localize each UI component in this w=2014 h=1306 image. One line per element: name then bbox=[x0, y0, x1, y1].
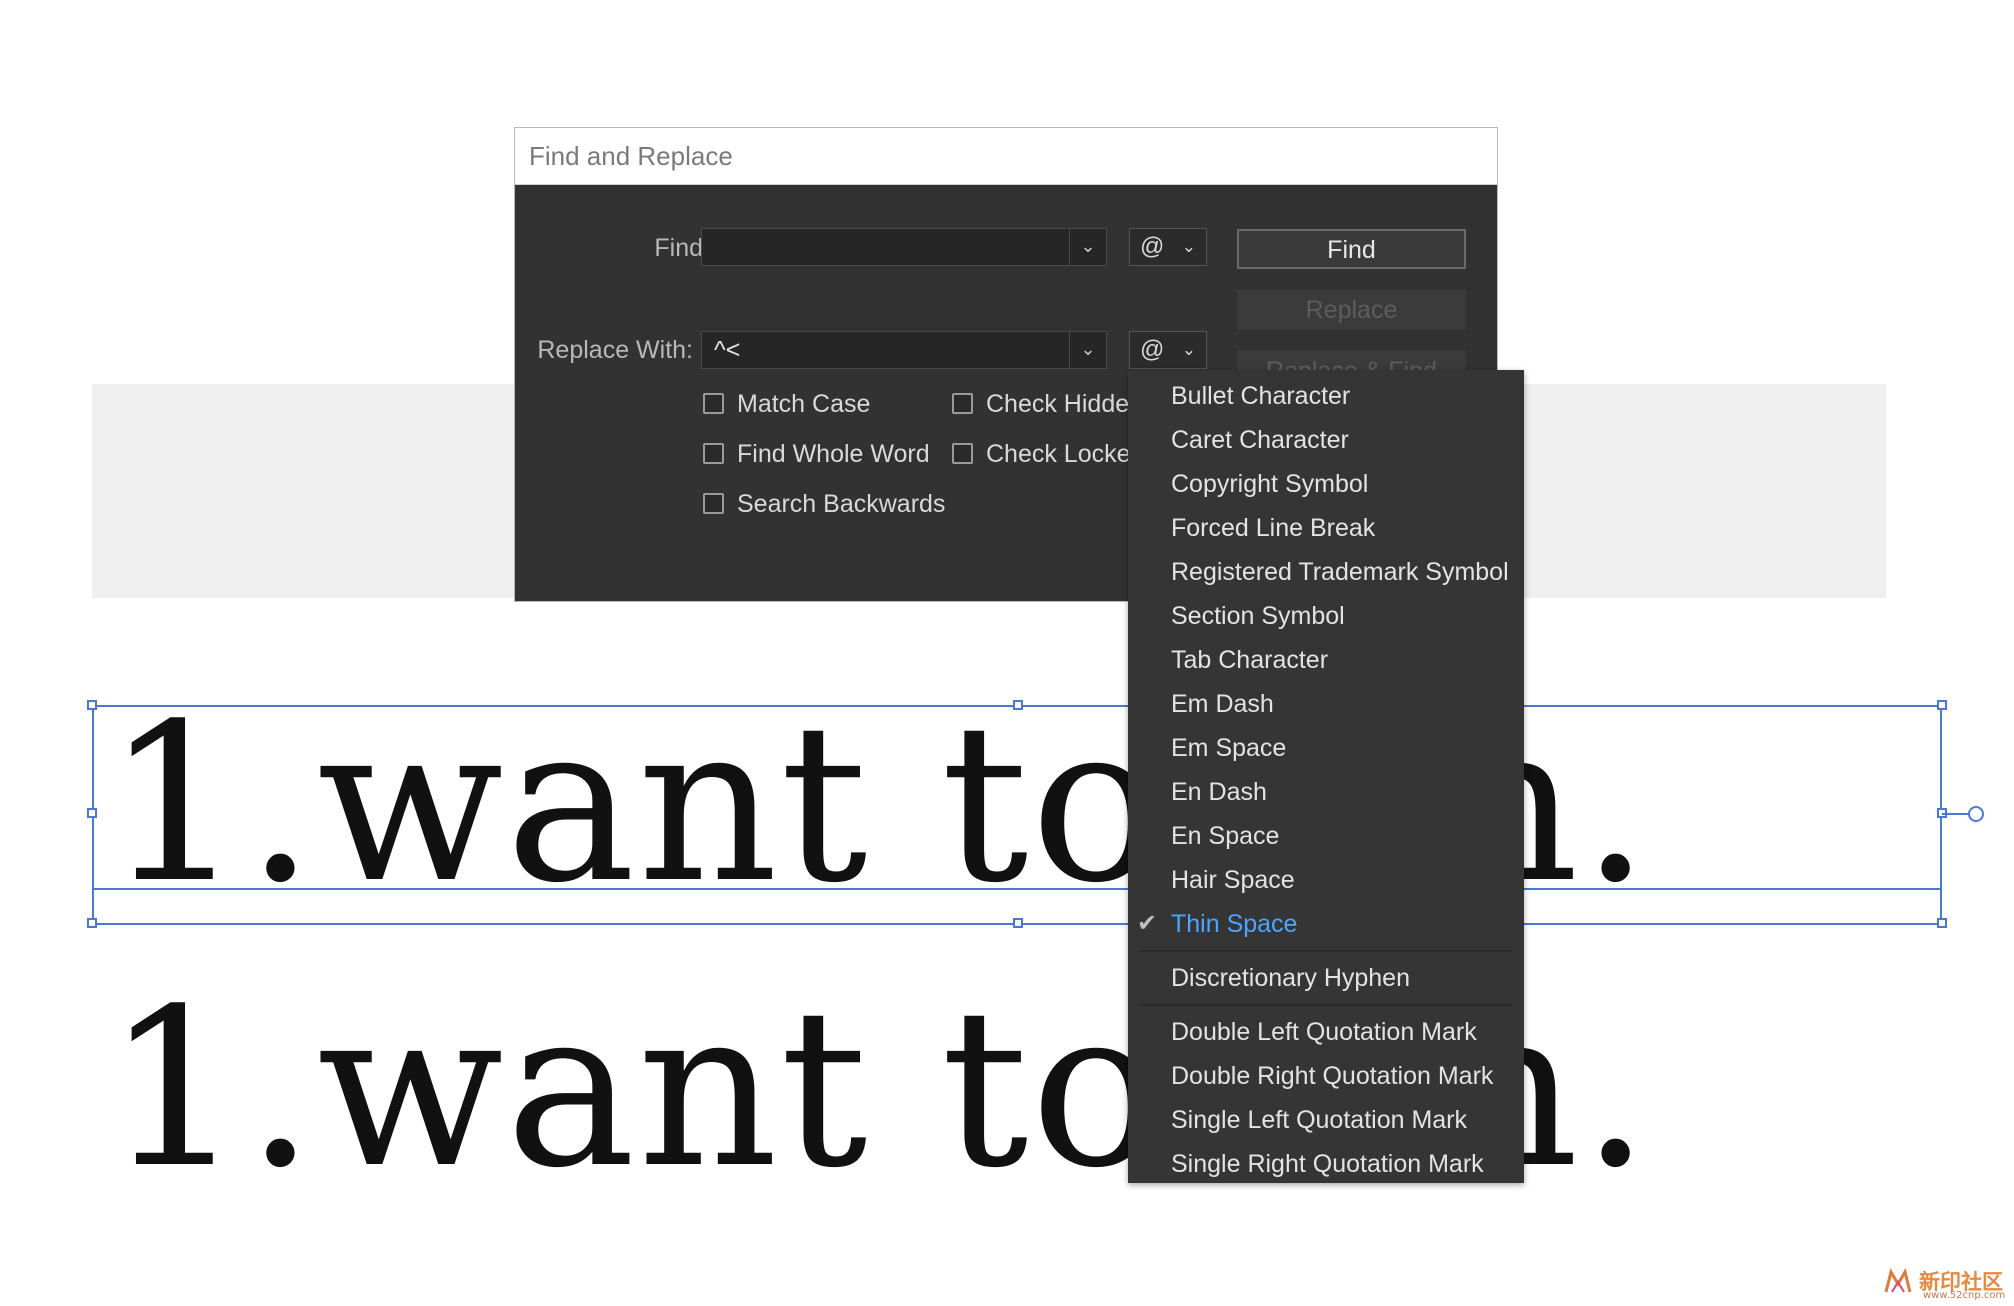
menu-item-thin-space-label: Thin Space bbox=[1171, 910, 1298, 938]
site-watermark: 新印社区 www.52cnp.com bbox=[1883, 1266, 2008, 1301]
chevron-down-icon: ⌄ bbox=[1080, 339, 1096, 360]
find-whole-word-checkbox[interactable] bbox=[703, 443, 724, 464]
menu-item-single-left-quotation-mark[interactable]: Single Left Quotation Mark bbox=[1128, 1100, 1524, 1140]
menu-item-forced-line-break[interactable]: Forced Line Break bbox=[1128, 508, 1524, 548]
selection-handle-top-right[interactable] bbox=[1937, 700, 1947, 710]
search-backwards-option[interactable]: Search Backwards bbox=[703, 489, 963, 519]
find-button[interactable]: Find bbox=[1237, 229, 1466, 269]
replace-label: Replace With: bbox=[537, 336, 693, 364]
replace-and-find-button[interactable]: Replace & Find bbox=[1237, 350, 1466, 372]
selection-handle-bottom-center[interactable] bbox=[1013, 918, 1023, 928]
threaded-text-connector bbox=[1942, 813, 1970, 815]
menu-item-registered-trademark-symbol[interactable]: Registered Trademark Symbol bbox=[1128, 552, 1524, 592]
menu-item-section-symbol[interactable]: Section Symbol bbox=[1128, 596, 1524, 636]
menu-item-double-left-quotation-mark[interactable]: Double Left Quotation Mark bbox=[1128, 1012, 1524, 1052]
match-case-checkbox[interactable] bbox=[703, 393, 724, 414]
replace-input[interactable]: ^< bbox=[701, 331, 1085, 369]
menu-item-caret-character[interactable]: Caret Character bbox=[1128, 420, 1524, 460]
menu-separator bbox=[1140, 1004, 1512, 1006]
watermark-logo-icon bbox=[1884, 1268, 1912, 1293]
check-hidden-checkbox[interactable] bbox=[952, 393, 973, 414]
dialog-title[interactable]: Find and Replace bbox=[515, 128, 1497, 185]
match-case-option[interactable]: Match Case bbox=[703, 389, 923, 419]
selection-handle-bottom-left[interactable] bbox=[87, 918, 97, 928]
at-symbol-icon: @ bbox=[1140, 233, 1165, 260]
replace-button[interactable]: Replace bbox=[1237, 290, 1466, 330]
find-special-char-button[interactable]: @ ⌄ bbox=[1129, 228, 1207, 266]
selection-handle-bottom-right[interactable] bbox=[1937, 918, 1947, 928]
menu-item-en-space[interactable]: En Space bbox=[1128, 816, 1524, 856]
find-input[interactable] bbox=[701, 228, 1085, 266]
watermark-url: www.52cnp.com bbox=[1923, 1290, 2006, 1301]
selection-handle-top-center[interactable] bbox=[1013, 700, 1023, 710]
chevron-down-icon: ⌄ bbox=[1181, 340, 1196, 359]
menu-item-em-dash[interactable]: Em Dash bbox=[1128, 684, 1524, 724]
menu-item-discretionary-hyphen[interactable]: Discretionary Hyphen bbox=[1128, 958, 1524, 998]
chevron-down-icon: ⌄ bbox=[1080, 236, 1096, 257]
search-backwards-checkbox[interactable] bbox=[703, 493, 724, 514]
text-selection-bounding-box[interactable] bbox=[92, 705, 1942, 925]
find-history-dropdown[interactable]: ⌄ bbox=[1069, 228, 1107, 266]
at-symbol-icon: @ bbox=[1140, 336, 1165, 363]
replace-history-dropdown[interactable]: ⌄ bbox=[1069, 331, 1107, 369]
chevron-down-icon: ⌄ bbox=[1181, 237, 1196, 256]
menu-item-single-right-quotation-mark[interactable]: Single Right Quotation Mark bbox=[1128, 1144, 1524, 1184]
menu-item-thin-space[interactable]: ✔ Thin Space bbox=[1128, 904, 1524, 944]
text-baseline bbox=[92, 888, 1942, 890]
menu-item-hair-space[interactable]: Hair Space bbox=[1128, 860, 1524, 900]
selection-handle-middle-left[interactable] bbox=[87, 808, 97, 818]
check-hidden-option[interactable]: Check Hidden bbox=[952, 389, 1143, 419]
find-whole-word-option[interactable]: Find Whole Word bbox=[703, 439, 943, 469]
menu-item-double-right-quotation-mark[interactable]: Double Right Quotation Mark bbox=[1128, 1056, 1524, 1096]
find-label: Find: bbox=[654, 234, 710, 262]
check-locked-option[interactable]: Check Locked bbox=[952, 439, 1144, 469]
menu-item-tab-character[interactable]: Tab Character bbox=[1128, 640, 1524, 680]
checkmark-icon: ✔ bbox=[1137, 910, 1158, 937]
menu-item-em-space[interactable]: Em Space bbox=[1128, 728, 1524, 768]
menu-item-copyright-symbol[interactable]: Copyright Symbol bbox=[1128, 464, 1524, 504]
replace-special-char-button[interactable]: @ ⌄ bbox=[1129, 331, 1207, 369]
threaded-text-out-port[interactable] bbox=[1968, 806, 1984, 822]
check-locked-label: Check Locked bbox=[986, 440, 1145, 468]
match-case-label: Match Case bbox=[737, 390, 871, 418]
check-locked-checkbox[interactable] bbox=[952, 443, 973, 464]
check-hidden-label: Check Hidden bbox=[986, 390, 1144, 418]
search-backwards-label: Search Backwards bbox=[737, 490, 946, 518]
selection-handle-top-left[interactable] bbox=[87, 700, 97, 710]
menu-item-bullet-character[interactable]: Bullet Character bbox=[1128, 376, 1524, 416]
menu-item-en-dash[interactable]: En Dash bbox=[1128, 772, 1524, 812]
special-characters-menu: Bullet Character Caret Character Copyrig… bbox=[1128, 370, 1524, 1183]
menu-separator bbox=[1140, 950, 1512, 952]
find-whole-word-label: Find Whole Word bbox=[737, 440, 930, 468]
